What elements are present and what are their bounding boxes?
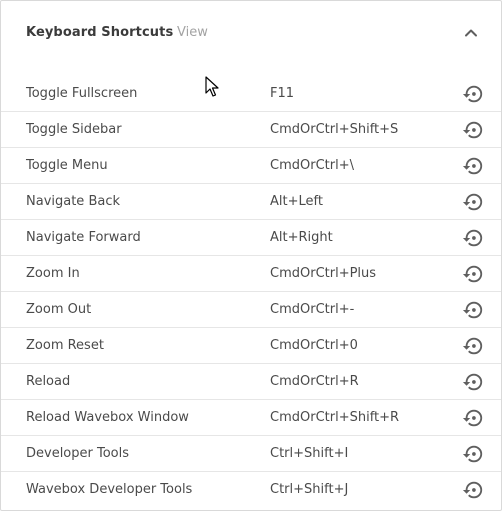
shortcut-row: Navigate Forward Alt+Right <box>1 220 501 256</box>
shortcut-accelerator[interactable]: CmdOrCtrl+R <box>270 374 359 389</box>
restore-default-button[interactable] <box>462 191 484 213</box>
shortcut-accelerator[interactable]: Alt+Right <box>270 230 333 245</box>
shortcut-row: Toggle Menu CmdOrCtrl+\ <box>1 148 501 184</box>
restore-icon <box>462 373 483 391</box>
restore-default-button[interactable] <box>462 119 484 141</box>
shortcut-row: Developer Tools Ctrl+Shift+I <box>1 436 501 472</box>
shortcut-row: Toggle Fullscreen F11 <box>1 76 501 112</box>
shortcut-accelerator[interactable]: F11 <box>270 86 294 101</box>
shortcut-accelerator[interactable]: Alt+Left <box>270 194 323 209</box>
collapse-button[interactable] <box>459 21 483 45</box>
shortcut-row: Reload Wavebox Window CmdOrCtrl+Shift+R <box>1 400 501 436</box>
shortcut-name: Navigate Forward <box>26 230 141 245</box>
shortcut-accelerator[interactable]: CmdOrCtrl+- <box>270 302 354 317</box>
view-link[interactable]: View <box>177 25 208 40</box>
restore-default-button[interactable] <box>462 479 484 501</box>
restore-icon <box>462 301 483 319</box>
restore-icon <box>462 193 483 211</box>
shortcut-name: Wavebox Developer Tools <box>26 482 193 497</box>
shortcut-accelerator[interactable]: CmdOrCtrl+0 <box>270 338 358 353</box>
shortcut-list: Toggle Fullscreen F11 Toggle Sidebar CmdOrC… <box>1 76 501 508</box>
restore-default-button[interactable] <box>462 155 484 177</box>
restore-default-button[interactable] <box>462 227 484 249</box>
shortcut-row: Zoom Reset CmdOrCtrl+0 <box>1 328 501 364</box>
restore-icon <box>462 337 483 355</box>
shortcut-row: Wavebox Developer Tools Ctrl+Shift+J <box>1 472 501 508</box>
shortcut-row: Navigate Back Alt+Left <box>1 184 501 220</box>
shortcut-row: Toggle Sidebar CmdOrCtrl+Shift+S <box>1 112 501 148</box>
shortcut-name: Reload Wavebox Window <box>26 410 189 425</box>
shortcut-row: Reload CmdOrCtrl+R <box>1 364 501 400</box>
shortcut-name: Zoom In <box>26 266 80 281</box>
restore-default-button[interactable] <box>462 407 484 429</box>
shortcut-name: Developer Tools <box>26 446 130 461</box>
restore-icon <box>462 121 483 139</box>
shortcut-row: Zoom In CmdOrCtrl+Plus <box>1 256 501 292</box>
restore-default-button[interactable] <box>462 83 484 105</box>
shortcut-row: Zoom Out CmdOrCtrl+- <box>1 292 501 328</box>
restore-icon <box>462 157 483 175</box>
restore-icon <box>462 85 483 103</box>
restore-default-button[interactable] <box>462 443 484 465</box>
restore-icon <box>462 229 483 247</box>
shortcut-accelerator[interactable]: Ctrl+Shift+I <box>270 446 348 461</box>
shortcut-accelerator[interactable]: CmdOrCtrl+Shift+S <box>270 122 398 137</box>
restore-default-button[interactable] <box>462 371 484 393</box>
restore-icon <box>462 409 483 427</box>
shortcut-name: Reload <box>26 374 71 389</box>
shortcut-name: Zoom Reset <box>26 338 104 353</box>
shortcut-name: Toggle Fullscreen <box>26 86 138 101</box>
shortcut-name: Toggle Menu <box>26 158 108 173</box>
restore-default-button[interactable] <box>462 335 484 357</box>
keyboard-shortcuts-panel: Keyboard Shortcuts View Toggle Fullscree… <box>0 0 502 511</box>
panel-header: Keyboard Shortcuts View <box>1 1 501 65</box>
panel-title: Keyboard Shortcuts <box>26 25 174 40</box>
shortcut-accelerator[interactable]: CmdOrCtrl+Plus <box>270 266 376 281</box>
shortcut-name: Zoom Out <box>26 302 92 317</box>
shortcut-accelerator[interactable]: Ctrl+Shift+J <box>270 482 348 497</box>
restore-default-button[interactable] <box>462 299 484 321</box>
shortcut-accelerator[interactable]: CmdOrCtrl+\ <box>270 158 354 173</box>
restore-icon <box>462 481 483 499</box>
shortcut-name: Toggle Sidebar <box>26 122 122 137</box>
mouse-cursor-icon <box>205 76 219 97</box>
restore-default-button[interactable] <box>462 263 484 285</box>
shortcut-accelerator[interactable]: CmdOrCtrl+Shift+R <box>270 410 399 425</box>
restore-icon <box>462 445 483 463</box>
restore-icon <box>462 265 483 283</box>
shortcut-name: Navigate Back <box>26 194 121 209</box>
chevron-up-icon <box>465 29 477 37</box>
